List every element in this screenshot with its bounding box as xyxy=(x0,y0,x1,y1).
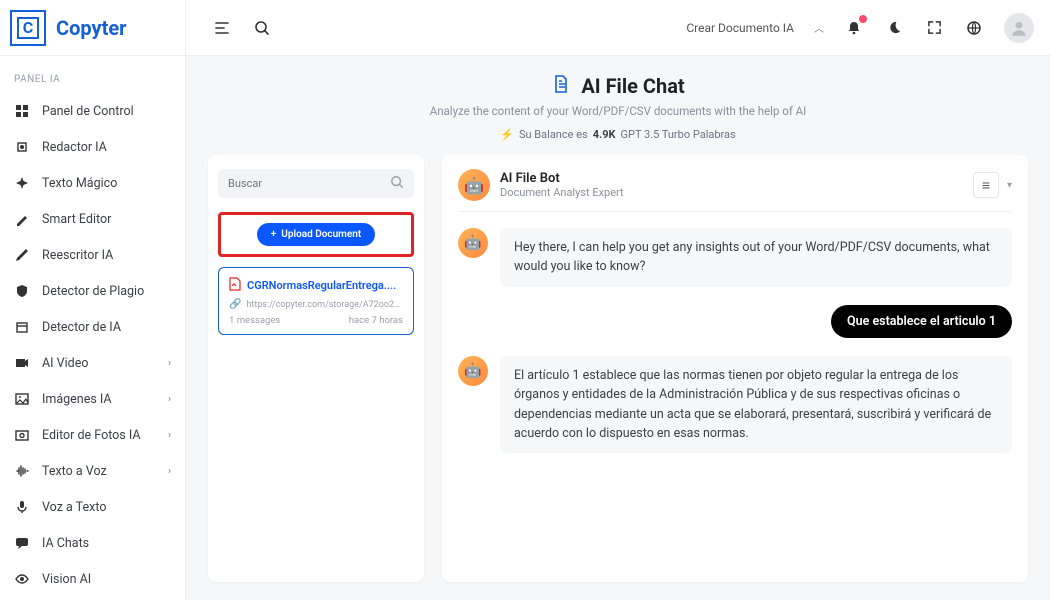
sidebar-item-ia-chats[interactable]: IA Chats xyxy=(0,525,185,561)
message-text: El artículo 1 establece que las normas t… xyxy=(500,356,1012,454)
notification-dot xyxy=(859,15,867,23)
chevron-right-icon: › xyxy=(168,358,171,369)
pen-icon xyxy=(14,211,30,227)
photo-icon xyxy=(14,427,30,443)
sidebar-item-texto-mágico[interactable]: Texto Mágico xyxy=(0,165,185,201)
sparkle-icon xyxy=(14,175,30,191)
user-message: Que establece el articulo 1 xyxy=(458,305,1012,338)
fullscreen-icon[interactable] xyxy=(924,18,944,38)
topbar: C Copyter Crear Documento IA ︿ xyxy=(0,0,1050,56)
bot-name: AI File Bot xyxy=(500,171,624,186)
sidebar-item-label: Texto a Voz xyxy=(42,464,107,479)
mic-icon xyxy=(14,499,30,515)
sidebar-item-label: Detector de Plagio xyxy=(42,284,144,299)
sidebar-item-label: Imágenes IA xyxy=(42,392,112,407)
sidebar-item-panel-de-control[interactable]: Panel de Control xyxy=(0,93,185,129)
eye-icon xyxy=(14,571,30,587)
search-icon[interactable] xyxy=(390,175,404,192)
sidebar-item-label: Panel de Control xyxy=(42,104,134,119)
sidebar-item-imágenes-ia[interactable]: Imágenes IA › xyxy=(0,381,185,417)
sidebar-item-label: Vision AI xyxy=(42,572,91,587)
bell-icon[interactable] xyxy=(844,18,864,38)
chevron-right-icon: › xyxy=(168,466,171,477)
chat-icon xyxy=(14,535,30,551)
sidebar-item-label: Detector de IA xyxy=(42,320,121,335)
menu-toggle-icon[interactable] xyxy=(212,18,232,38)
page-subtitle: Analyze the content of your Word/PDF/CSV… xyxy=(208,104,1028,118)
document-url: https://copyter.com/storage/A72oo2OejW.p… xyxy=(246,300,403,310)
sidebar-item-ai-video[interactable]: AI Video › xyxy=(0,345,185,381)
bot-avatar: 🤖 xyxy=(458,169,490,201)
moon-icon[interactable] xyxy=(884,18,904,38)
document-card[interactable]: CGRNormasRegularEntrega.... 🔗 https://co… xyxy=(218,267,414,335)
sidebar-item-reescritor-ia[interactable]: Reescritor IA xyxy=(0,237,185,273)
bot-avatar-icon: 🤖 xyxy=(458,356,488,386)
sidebar-item-redactor-ia[interactable]: Redactor IA xyxy=(0,129,185,165)
pdf-icon xyxy=(229,276,241,295)
chevron-right-icon: › xyxy=(168,430,171,441)
message-text: Que establece el articulo 1 xyxy=(831,305,1012,338)
user-avatar[interactable] xyxy=(1004,13,1034,43)
shield-icon xyxy=(14,283,30,299)
plus-icon: + xyxy=(271,229,277,240)
balance-info: ⚡ Su Balance es 4.9K GPT 3.5 Turbo Palab… xyxy=(208,128,1028,141)
sidebar-item-voz-a-texto[interactable]: Voz a Texto xyxy=(0,489,185,525)
grid-icon xyxy=(14,103,30,119)
sidebar-item-vision-ai[interactable]: Vision AI xyxy=(0,561,185,597)
bolt-icon: ⚡ xyxy=(500,128,514,141)
sidebar-item-texto-a-voz[interactable]: Texto a Voz › xyxy=(0,453,185,489)
cpu-icon xyxy=(14,139,30,155)
sound-icon xyxy=(14,463,30,479)
sidebar-item-label: Editor de Fotos IA xyxy=(42,428,141,443)
bot-message: 🤖 El artículo 1 establece que las normas… xyxy=(458,356,1012,454)
sidebar: PANEL IA Panel de Control Redactor IA Text… xyxy=(0,56,186,600)
video-icon xyxy=(14,355,30,371)
brand-name: Copyter xyxy=(56,16,126,40)
message-text: Hey there, I can help you get any insigh… xyxy=(500,228,1012,287)
document-icon xyxy=(551,74,571,98)
sidebar-item-label: AI Video xyxy=(42,356,88,371)
search-input[interactable] xyxy=(228,177,390,190)
main-content: AI File Chat Analyze the content of your… xyxy=(186,56,1050,600)
pen2-icon xyxy=(14,247,30,263)
chevron-up-icon[interactable]: ︿ xyxy=(814,20,824,35)
sidebar-item-label: Smart Editor xyxy=(42,212,111,227)
chat-menu-button[interactable]: ≡ xyxy=(973,172,999,198)
bot-message: 🤖 Hey there, I can help you get any insi… xyxy=(458,228,1012,287)
search-icon[interactable] xyxy=(252,18,272,38)
document-time: hace 7 horas xyxy=(349,315,403,326)
upload-document-button[interactable]: + Upload Document xyxy=(257,223,375,246)
sidebar-item-label: Redactor IA xyxy=(42,140,107,155)
document-message-count: 1 messages xyxy=(229,315,280,326)
sidebar-section-label: PANEL IA xyxy=(0,68,185,93)
sidebar-item-editor-de-fotos-ia[interactable]: Editor de Fotos IA › xyxy=(0,417,185,453)
sidebar-item-label: Reescritor IA xyxy=(42,248,113,263)
document-search[interactable] xyxy=(218,169,414,198)
box-icon xyxy=(14,319,30,335)
create-document-link[interactable]: Crear Documento IA xyxy=(686,21,794,35)
globe-icon[interactable] xyxy=(964,18,984,38)
chat-more-button[interactable]: ▾ xyxy=(1007,180,1012,191)
chevron-right-icon: › xyxy=(168,394,171,405)
sidebar-item-detector-de-ia[interactable]: Detector de IA xyxy=(0,309,185,345)
image-icon xyxy=(14,391,30,407)
upload-highlight: + Upload Document xyxy=(218,212,414,257)
sidebar-item-label: Texto Mágico xyxy=(42,176,117,191)
logo[interactable]: C Copyter xyxy=(0,0,186,56)
sidebar-item-label: IA Chats xyxy=(42,536,89,551)
page-title: AI File Chat xyxy=(581,74,684,98)
link-icon: 🔗 xyxy=(229,299,241,310)
sidebar-item-smart-editor[interactable]: Smart Editor xyxy=(0,201,185,237)
document-title: CGRNormasRegularEntrega.... xyxy=(247,279,396,292)
bot-avatar-icon: 🤖 xyxy=(458,228,488,258)
documents-panel: + Upload Document CGRNormasRegularEntreg… xyxy=(208,155,424,582)
chat-panel: 🤖 AI File Bot Document Analyst Expert ≡ … xyxy=(442,155,1028,582)
bot-role: Document Analyst Expert xyxy=(500,186,624,199)
sidebar-item-label: Voz a Texto xyxy=(42,500,106,515)
messages-list: 🤖 Hey there, I can help you get any insi… xyxy=(458,212,1012,568)
sidebar-item-detector-de-plagio[interactable]: Detector de Plagio xyxy=(0,273,185,309)
